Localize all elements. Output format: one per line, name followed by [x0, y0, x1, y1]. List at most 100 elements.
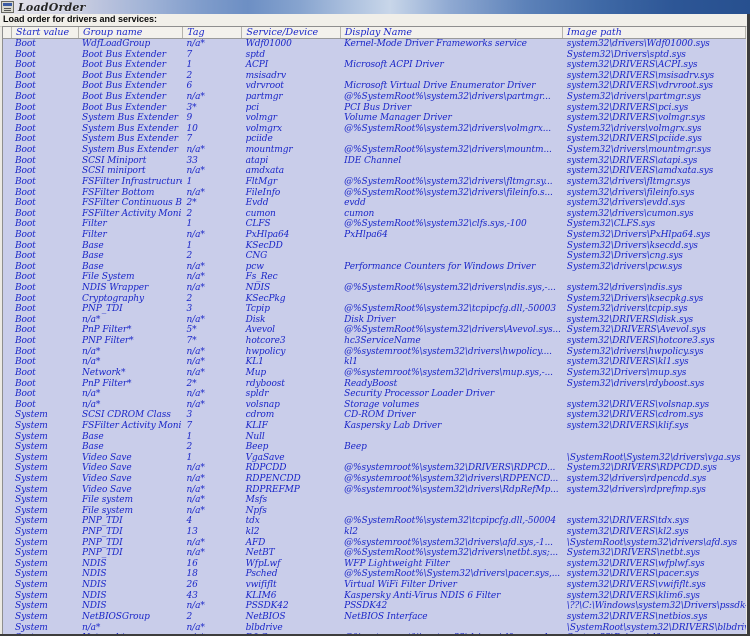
cell-group-name: NDIS: [82, 569, 107, 580]
table-row[interactable]: Boot System Bus Extender n/a* mountmgr @%Sys…: [3, 145, 746, 156]
table-row[interactable]: Boot n/a* n/a* spldr Security Processor Load…: [3, 389, 746, 400]
table-row[interactable]: Boot SCSI miniport n/a* amdxata system32\DRI…: [3, 166, 746, 177]
table-row[interactable]: Boot Boot Bus Extender 2 msisadrv system32\D…: [3, 71, 746, 82]
cell-display-name: [340, 251, 563, 262]
table-row[interactable]: Boot NDIS Wrapper n/a* NDIS @%SystemRoot%\sy…: [3, 283, 746, 294]
table-row[interactable]: System FSFilter Activity Moni... 7 KLIF Kasp…: [3, 421, 746, 432]
table-row[interactable]: System n/a* n/a* blbdrive \SystemRoot\system…: [3, 623, 746, 634]
table-row[interactable]: System Base 2 Beep Beep: [3, 442, 746, 453]
table-row[interactable]: Boot Base n/a* pcw Performance Counters for …: [3, 262, 746, 273]
table-row[interactable]: System NDIS 26 vwififlt Virtual WiFi Filter …: [3, 580, 746, 591]
table-row[interactable]: System NDIS 16 WfpLwf WFP Lightweight Filter…: [3, 559, 746, 570]
table-row[interactable]: Boot Filter n/a* PxHlpa64 PxHlpa64 System32\D…: [3, 230, 746, 241]
table-row[interactable]: Boot Boot Bus Extender 3* pci PCI Bus Driver…: [3, 103, 746, 114]
table-row[interactable]: Boot Boot Bus Extender 6 vdrvroot Microsoft …: [3, 81, 746, 92]
cell-group-name: Video Save: [82, 484, 132, 495]
column-header-start-value[interactable]: Start value: [12, 27, 79, 38]
table-row[interactable]: Boot FSFilter Infrastructure 1 FltMgr @%Syst…: [3, 177, 746, 188]
cell-group-name: File system: [82, 505, 133, 516]
table-row[interactable]: Boot SCSI Miniport 33 atapi IDE Channel syste…: [3, 156, 746, 167]
cell-display-name: [340, 241, 563, 252]
cell-start-value: Boot: [15, 81, 36, 92]
row-gutter: [3, 347, 11, 358]
cell-start-value: Boot: [15, 166, 36, 177]
cell-tag: n/a*: [186, 548, 205, 559]
table-row[interactable]: Boot Base 2 CNG System32\Drivers\cng.sys: [3, 251, 746, 262]
cell-group-name: NDIS: [82, 558, 107, 569]
cell-group-name: NDIS: [82, 590, 107, 601]
table-row[interactable]: Boot Boot Bus Extender n/a* partmgr @%System…: [3, 92, 746, 103]
table-row[interactable]: Boot System Bus Extender 10 volmgrx @%System…: [3, 124, 746, 135]
table-row[interactable]: System NetBIOSGroup 2 NetBIOS NetBIOS Interf…: [3, 612, 746, 623]
cell-service-device: Tcpip: [245, 304, 270, 315]
table-row[interactable]: System NDIS n/a* PSSDK42 PSSDK42 \??\C:\Windo…: [3, 601, 746, 612]
table-row[interactable]: System File system n/a* Msfs: [3, 495, 746, 506]
cell-tag: 3*: [186, 102, 197, 113]
table-row[interactable]: Boot FSFilter Activity Moni... 2 cumon cumon…: [3, 209, 746, 220]
table-row[interactable]: Boot PnP Filter* 2* rdyboost ReadyBoost Syste…: [3, 379, 746, 390]
cell-tag: 7: [186, 49, 193, 60]
table-row[interactable]: Boot Filter 1 CLFS @%SystemRoot%\system32\cl…: [3, 219, 746, 230]
table-row[interactable]: Boot Base 1 KSecDD System32\Drivers\ksecdd.s…: [3, 241, 746, 252]
cell-image-path: system32\DRIVERS\pci.sys: [566, 102, 689, 113]
table-row[interactable]: Boot File System n/a* Fs_Rec: [3, 272, 746, 283]
cell-group-name: NDIS Wrapper: [82, 283, 149, 294]
cell-display-name: [340, 506, 563, 517]
listview-header-row[interactable]: Start value Group name Tag Service/Device Di…: [3, 27, 746, 39]
cell-start-value: System: [15, 442, 48, 453]
window-titlebar[interactable]: LoadOrder: [0, 0, 750, 14]
table-row[interactable]: System PNP_TDI 13 kl2 kl2 system32\DRIVERS\kl…: [3, 527, 746, 538]
cell-tag: n/a*: [186, 505, 205, 516]
table-row[interactable]: Boot n/a* n/a* volsnap Storage volumes system…: [3, 400, 746, 411]
table-row[interactable]: Boot Cryptography 2 KSecPkg System32\Drivers…: [3, 294, 746, 305]
table-row[interactable]: Boot FSFilter Bottom n/a* FileInfo @%SystemR…: [3, 188, 746, 199]
cell-service-device: CNG: [245, 251, 268, 262]
cell-group-name: n/a*: [82, 389, 101, 400]
table-row[interactable]: System Base 1 Null: [3, 432, 746, 443]
table-row[interactable]: System File system n/a* Npfs: [3, 506, 746, 517]
table-row[interactable]: System Video Save n/a* RDPCDD @%systemroot%\…: [3, 463, 746, 474]
table-row[interactable]: System SCSI CDROM Class 3 cdrom CD-ROM Drive…: [3, 410, 746, 421]
table-row[interactable]: System Video Save n/a* RDPENCDD @%systemroot…: [3, 474, 746, 485]
table-row[interactable]: System NDIS 43 KLIM6 Kaspersky Anti-Virus ND…: [3, 591, 746, 602]
row-gutter: [3, 71, 11, 82]
table-row[interactable]: Boot WdfLoadGroup n/a* Wdf01000 Kernel-Mode …: [3, 39, 746, 50]
cell-start-value: System: [15, 527, 48, 538]
column-header-tag[interactable]: Tag: [183, 27, 243, 38]
cell-start-value: Boot: [15, 49, 36, 60]
listview-body[interactable]: Boot WdfLoadGroup n/a* Wdf01000 Kernel-Mode …: [3, 39, 746, 636]
cell-service-device: Fs_Rec: [245, 272, 278, 283]
table-row[interactable]: System NDIS 18 Psched @%SystemRoot%\System32…: [3, 569, 746, 580]
table-row[interactable]: System PNP_TDI n/a* AFD @%systemroot%\system…: [3, 538, 746, 549]
table-row[interactable]: Boot n/a* n/a* Disk Disk Driver system32\DRIV…: [3, 315, 746, 326]
table-row[interactable]: System PNP_TDI n/a* NetBT @%SystemRoot%\syst…: [3, 548, 746, 559]
row-gutter: [3, 538, 11, 549]
cell-service-device: RDPREFMP: [245, 484, 300, 495]
table-row[interactable]: System Video Save n/a* RDPREFMP @%systemroot…: [3, 485, 746, 496]
table-row[interactable]: Boot Boot Bus Extender 1 ACPI Microsoft ACPI…: [3, 60, 746, 71]
column-header-image-path[interactable]: Image path: [563, 27, 746, 38]
table-row[interactable]: Boot n/a* n/a* hwpolicy @%systemroot%\system…: [3, 347, 746, 358]
table-row[interactable]: Boot Boot Bus Extender 7 sptd System32\Drive…: [3, 50, 746, 61]
row-gutter: [3, 442, 11, 453]
table-row[interactable]: System Video Save 1 VgaSave \SystemRoot\Syst…: [3, 453, 746, 464]
table-row[interactable]: Boot PNP Filter* 7* hotcore3 hc3ServiceName s…: [3, 336, 746, 347]
table-row[interactable]: Boot System Bus Extender 7 pciide system32\D…: [3, 134, 746, 145]
table-row[interactable]: Boot FSFilter Continuous B... 2* Evdd evdd sy…: [3, 198, 746, 209]
table-row[interactable]: Boot System Bus Extender 9 volmgr Volume Man…: [3, 113, 746, 124]
column-header-display-name[interactable]: Display Name: [341, 27, 564, 38]
table-row[interactable]: System PNP_TDI 4 tdx @%SystemRoot%\system32\…: [3, 516, 746, 527]
table-row[interactable]: Boot PnP Filter* 5* Avevol @%SystemRoot%\sys…: [3, 325, 746, 336]
load-order-listview[interactable]: Start value Group name Tag Service/Device Di…: [2, 26, 746, 636]
cell-image-path: system32\DRIVERS\disk.sys: [566, 314, 694, 325]
cell-start-value: System: [15, 611, 48, 622]
cell-tag: n/a*: [186, 537, 205, 548]
column-header-group-name[interactable]: Group name: [79, 27, 184, 38]
column-header-service-device[interactable]: Service/Device: [242, 27, 341, 38]
table-row[interactable]: Boot n/a* n/a* KL1 kl1 system32\DRIVERS\kl1.s…: [3, 357, 746, 368]
row-gutter: [3, 506, 11, 517]
cell-image-path: System32\drivers\tcpip.sys: [566, 304, 688, 315]
table-row[interactable]: Boot PNP_TDI 3 Tcpip @%SystemRoot%\system32\…: [3, 304, 746, 315]
table-row[interactable]: Boot Network* n/a* Mup @%systemroot%\system3…: [3, 368, 746, 379]
cell-tag: n/a*: [186, 92, 205, 103]
